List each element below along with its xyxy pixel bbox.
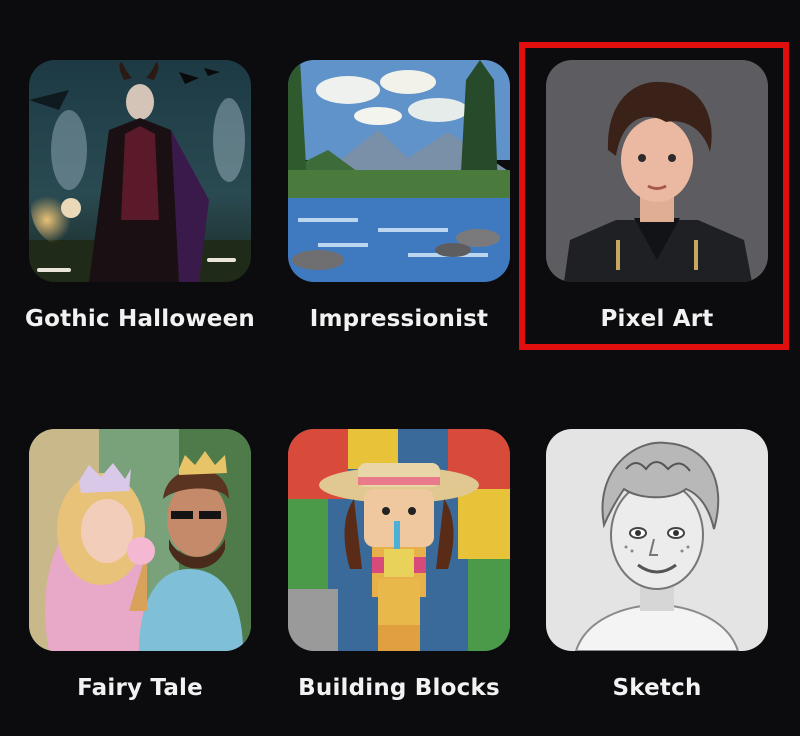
style-card-building-blocks[interactable]: Building Blocks: [288, 429, 510, 729]
style-label: Pixel Art: [600, 306, 714, 332]
style-card-pixel-art[interactable]: Pixel Art: [546, 60, 768, 360]
style-label: Gothic Halloween: [25, 306, 255, 332]
style-card-gothic-halloween[interactable]: Gothic Halloween: [25, 60, 255, 360]
style-card-impressionist[interactable]: Impressionist: [288, 60, 510, 360]
style-card-fairy-tale[interactable]: Fairy Tale: [29, 429, 251, 729]
style-card-sketch[interactable]: Sketch: [546, 429, 768, 729]
pixel-art-thumbnail: [546, 60, 768, 282]
sketch-thumbnail: [546, 429, 768, 651]
style-label: Fairy Tale: [77, 675, 203, 701]
building-blocks-thumbnail: [288, 429, 510, 651]
impressionist-thumbnail: [288, 60, 510, 282]
style-label: Impressionist: [309, 306, 489, 332]
style-grid: Gothic Halloween Impressionist Pixel Art…: [0, 0, 800, 736]
gothic-halloween-thumbnail: [29, 60, 251, 282]
style-label: Building Blocks: [298, 675, 500, 701]
fairy-tale-thumbnail: [29, 429, 251, 651]
style-label: Sketch: [612, 675, 702, 701]
